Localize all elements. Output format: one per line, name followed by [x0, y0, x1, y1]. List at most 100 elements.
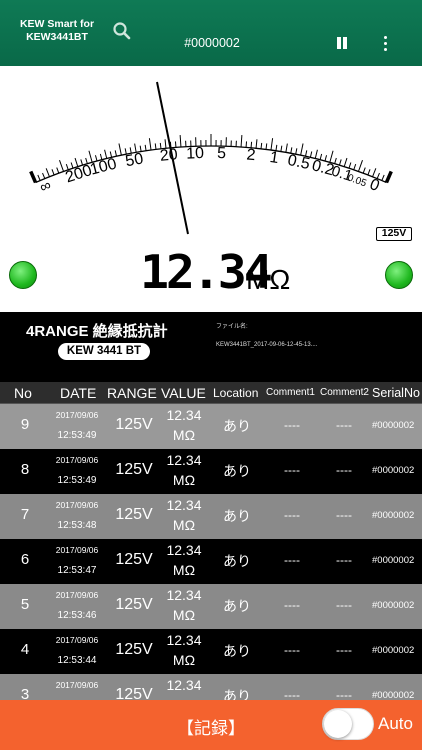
cell-comment1: ----: [284, 418, 300, 432]
meter-tick: [362, 167, 366, 174]
cell-range: 125V: [115, 461, 153, 478]
cell-time: 12:53:47: [57, 565, 97, 576]
cell-time: 12:53:49: [57, 430, 97, 441]
pause-icon-bar: [343, 37, 347, 49]
meter-tick: [381, 174, 385, 181]
file-name: KEW3441BT_2017-09-06-12-45-13....: [216, 342, 318, 348]
table-row[interactable]: 6 2017/09/06 12:53:47 125V 12.34 MΩ あり ---- ----…: [0, 539, 422, 584]
cell-date: 2017/09/06: [55, 590, 99, 600]
meter-tick: [260, 142, 263, 149]
cell-comment2: ----: [336, 643, 352, 657]
app-title: KEW Smart for KEW3441BT: [14, 18, 100, 44]
cell-unit: MΩ: [172, 517, 196, 533]
table-row[interactable]: 8 2017/09/06 12:53:49 125V 12.34 MΩ あり ---- ----…: [0, 449, 422, 494]
cell-range: 125V: [115, 551, 153, 568]
meter-tick: [118, 143, 122, 156]
cell-date: 2017/09/06: [55, 635, 99, 645]
measurement-table[interactable]: No DATE RANGE VALUE Location Comment1 Co…: [0, 382, 422, 700]
meter-tick: [51, 169, 55, 176]
header-location: Location: [213, 386, 259, 400]
app-screen: KEW Smart for KEW3441BT #0000002 ∞ 200 100…: [0, 0, 422, 750]
cell-comment1: ----: [284, 508, 300, 522]
reading-unit: MΩ: [246, 264, 291, 295]
meter-scale-label: ∞: [37, 176, 54, 196]
status-lamp-left: [9, 261, 37, 289]
cell-location: あり: [223, 688, 251, 700]
meter-scale-label: 10: [186, 145, 205, 163]
file-label: ファイル名:: [216, 324, 248, 330]
cell-time: 12:53:46: [57, 610, 97, 621]
meter-scale-label: 5: [217, 145, 226, 162]
analog-meter: ∞ 200 100 50 20 10 5 2 1 0.5 0.2 0.1 0.05 0 125V 12.3…: [0, 66, 422, 312]
table-row[interactable]: 7 2017/09/06 12:53:48 125V 12.34 MΩ あり ---- ----…: [0, 494, 422, 539]
meter-scale-label: 1: [269, 149, 280, 167]
cell-location: あり: [223, 463, 251, 479]
meter-tick: [29, 170, 38, 184]
meter-tick: [280, 145, 283, 152]
more-menu-button[interactable]: [378, 34, 394, 52]
cell-comment1: ----: [284, 463, 300, 477]
footer-bar: 【記録】 Auto: [0, 700, 422, 750]
meter-scale-label: 2: [246, 146, 257, 164]
cell-no: 7: [20, 506, 30, 523]
app-title-line2: KEW3441BT: [26, 31, 88, 43]
cell-comment1: ----: [284, 598, 300, 612]
meter-tick: [45, 168, 50, 177]
header-serial: SerialNo: [372, 386, 420, 400]
meter-tick: [285, 143, 288, 153]
auto-label: Auto: [378, 714, 413, 733]
cell-serial: #0000002: [372, 465, 415, 476]
header-no: No: [14, 385, 32, 401]
cell-comment1: ----: [284, 553, 300, 567]
meter-tick: [265, 143, 268, 150]
cell-serial: #0000002: [372, 420, 415, 431]
meter-tick: [154, 143, 157, 150]
cell-comment2: ----: [336, 508, 352, 522]
table-row[interactable]: 32017/09/0612:53:43125V12.34MΩあり--------…: [0, 674, 422, 700]
meter-tick: [148, 138, 152, 151]
cell-time: 12:53:49: [57, 475, 97, 486]
cell-serial: #0000002: [372, 510, 415, 521]
cell-time: 12:53:48: [57, 520, 97, 531]
cell-date: 2017/09/06: [55, 410, 99, 420]
cell-serial: #0000002: [372, 645, 415, 656]
table-row[interactable]: 5 2017/09/06 12:53:46 125V 12.34 MΩ あり ---- ----…: [0, 584, 422, 629]
cell-serial: #0000002: [372, 690, 415, 700]
table-header: No DATE RANGE VALUE Location Comment1 Co…: [0, 382, 422, 404]
app-header: KEW Smart for KEW3441BT #0000002: [0, 0, 422, 66]
auto-toggle[interactable]: [322, 708, 374, 740]
cell-location: あり: [223, 598, 251, 614]
cell-unit: MΩ: [172, 472, 196, 488]
header-comment2: Comment2: [320, 387, 369, 398]
range-badge: 125V: [376, 227, 412, 241]
more-vertical-icon: [384, 36, 387, 39]
cell-no: 6: [20, 551, 30, 568]
cell-range: 125V: [115, 641, 153, 658]
header-comment1: Comment1: [266, 387, 315, 398]
header-date: DATE: [60, 385, 97, 401]
meter-scale-label: 0: [367, 176, 382, 195]
cell-time: 12:53:44: [57, 655, 97, 666]
cell-value: 12.34: [166, 452, 202, 468]
pause-button[interactable]: [333, 34, 351, 52]
table-row[interactable]: 9 2017/09/06 12:53:49 125V 12.34 MΩ あり ---- ----…: [0, 404, 422, 449]
table-row[interactable]: 4 2017/09/06 12:53:44 125V 12.34 MΩ あり ---- ----…: [0, 629, 422, 674]
cell-unit: MΩ: [172, 562, 196, 578]
meter-tick: [144, 144, 147, 151]
device-id: #0000002: [184, 36, 240, 50]
cell-date: 2017/09/06: [55, 500, 99, 510]
cell-value: 12.34: [166, 677, 202, 693]
cell-value: 12.34: [166, 542, 202, 558]
cell-location: あり: [223, 418, 251, 434]
meter-tick: [114, 150, 117, 157]
cell-range: 125V: [115, 686, 153, 700]
cell-value: 12.34: [166, 587, 202, 603]
meter-tick: [358, 159, 363, 172]
cell-comment2: ----: [336, 688, 352, 700]
cell-value: 12.34: [166, 632, 202, 648]
search-button[interactable]: [110, 19, 134, 43]
cell-date: 2017/09/06: [55, 455, 99, 465]
meter-scale-label: 100: [88, 156, 118, 179]
meter-tick: [56, 167, 60, 174]
search-icon: [113, 22, 131, 40]
